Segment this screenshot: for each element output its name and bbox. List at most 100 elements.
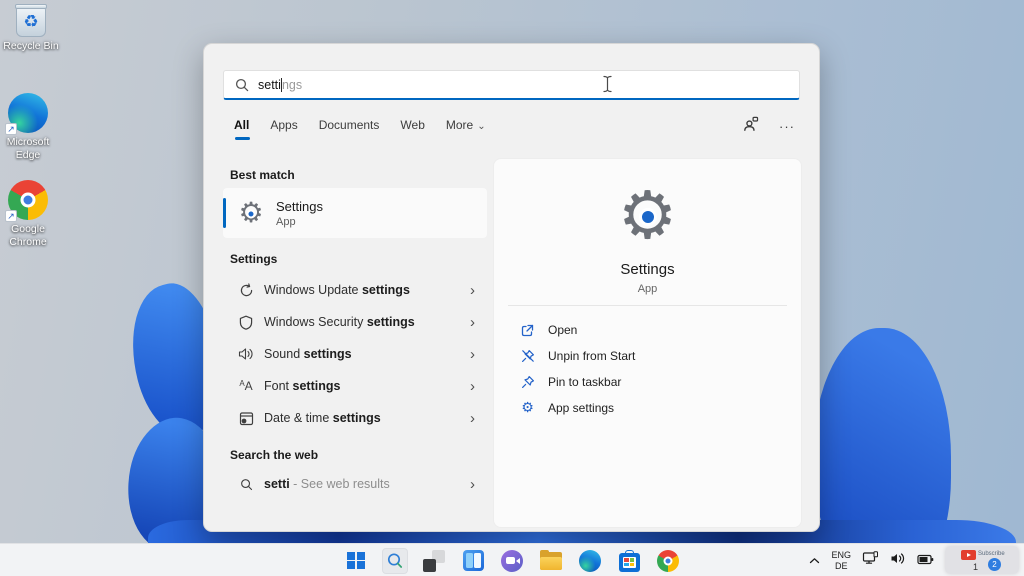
action-app-settings[interactable]: ⚙ App settings [520,397,614,419]
font-icon [237,379,255,393]
action-unpin-from-start[interactable]: Unpin from Start [520,345,635,367]
result-label: Sound settings [264,347,352,361]
battery-icon[interactable] [917,552,934,570]
settings-gear-icon: ⚙ [236,198,266,228]
chevron-right-icon: › [470,281,475,299]
subscribe-label: Subscribe [978,551,1005,557]
settings-gear-icon-large: ⚙ [611,179,685,253]
action-open[interactable]: Open [520,319,577,341]
search-suggestion-text: ngs [281,77,303,92]
recycle-bin-icon: ♻ [15,4,47,37]
speaker-icon [237,347,255,361]
desktop-icon-label: Google Chrome [9,223,47,248]
search-icon [387,552,403,568]
account-icon[interactable] [743,116,759,136]
more-options-icon[interactable]: ··· [779,119,795,134]
language-indicator[interactable]: ENG DE [831,550,851,571]
overlay-count: 1 [973,562,979,572]
taskbar-search-button[interactable] [382,547,408,574]
preview-title: Settings [620,261,675,278]
desktop-wallpaper: ♻ Recycle Bin ↗ Microsoft Edge ↗ Google … [0,0,1024,576]
tab-documents[interactable]: Documents [319,118,380,136]
widgets-icon [462,550,484,571]
file-explorer-button[interactable] [538,548,564,574]
chevron-right-icon: › [470,409,475,427]
volume-icon[interactable] [890,552,906,570]
store-button[interactable] [616,548,642,574]
shortcut-arrow-icon: ↗ [5,210,17,222]
shortcut-arrow-icon: ↗ [5,123,17,135]
refresh-icon [237,282,255,298]
widgets-button[interactable] [460,548,486,574]
best-match-subtitle: App [276,215,296,228]
preview-subtitle: App [637,283,658,295]
result-windows-update-settings[interactable]: Windows Update settings › [223,274,487,306]
best-match-title: Settings [276,198,323,214]
chrome-icon [657,549,679,572]
chrome-icon: ↗ [5,180,48,222]
best-match-header: Best match [230,168,295,182]
network-icon[interactable] [862,551,879,570]
recycle-glyph: ♻ [23,11,39,32]
result-font-settings[interactable]: Font settings › [223,370,487,402]
edge-icon [579,549,601,572]
video-watermark-overlay: Subscribe 1 2 [945,546,1019,574]
chevron-right-icon: › [470,377,475,395]
chevron-down-icon: ⌄ [477,121,486,132]
folder-icon [540,549,562,570]
desktop-icon-label: Recycle Bin [3,40,59,52]
search-input[interactable]: setti ngs [223,70,800,100]
desktop-icon-recycle-bin[interactable]: ♻ Recycle Bin [0,4,62,53]
tab-all[interactable]: All [234,118,251,140]
tray-chevron-up-icon[interactable] [809,552,820,570]
desktop-icon-microsoft-edge[interactable]: ↗ Microsoft Edge [0,93,59,161]
store-icon [618,549,640,572]
search-filter-tabs: All Apps Documents Web More ⌄ [234,118,486,140]
gear-icon: ⚙ [521,400,534,416]
windows-logo-icon [347,551,365,570]
click-badge: 2 [988,558,1001,571]
edge-button[interactable] [577,548,603,574]
pin-icon [520,375,535,389]
youtube-icon [961,550,976,560]
tab-apps[interactable]: Apps [270,118,297,136]
calendar-clock-icon [237,411,255,426]
result-see-web-results[interactable]: setti - See web results › [223,468,487,500]
preview-pane: ⚙ Settings App Open Unpin from Start [493,158,802,528]
tab-web[interactable]: Web [400,118,424,136]
chat-button[interactable] [499,548,525,574]
chevron-right-icon: › [470,313,475,331]
result-label: Windows Update settings [264,283,410,297]
result-label: setti - See web results [264,477,390,491]
result-windows-security-settings[interactable]: Windows Security settings › [223,306,487,338]
chrome-button[interactable] [655,548,681,574]
tab-more[interactable]: More ⌄ [446,118,486,136]
search-icon [235,78,249,92]
desktop-icon-label: Microsoft Edge [6,136,50,161]
divider [508,305,787,306]
result-label: Font settings [264,379,341,393]
result-sound-settings[interactable]: Sound settings › [223,338,487,370]
unpin-icon [520,349,535,363]
taskbar: ENG DE Subscribe 1 2 [0,543,1024,576]
search-typed-text: setti [258,77,281,92]
open-icon [520,324,535,337]
result-label: Date & time settings [264,411,381,425]
search-icon [237,478,255,491]
desktop-icon-google-chrome[interactable]: ↗ Google Chrome [0,180,59,248]
task-view-button[interactable] [421,548,447,574]
chat-icon [501,549,523,572]
shield-icon [237,315,255,330]
result-date-time-settings[interactable]: Date & time settings › [223,402,487,434]
best-match-result[interactable]: ⚙ Settings App [223,188,487,238]
chevron-right-icon: › [470,475,475,493]
web-section-header: Search the web [230,448,319,462]
settings-section-header: Settings [230,252,278,266]
selection-accent-bar [223,198,226,228]
result-label: Windows Security settings [264,315,415,329]
action-pin-to-taskbar[interactable]: Pin to taskbar [520,371,621,393]
chevron-right-icon: › [470,345,475,363]
edge-icon: ↗ [5,93,48,135]
text-cursor-icon [602,75,613,98]
start-button[interactable] [343,548,369,574]
